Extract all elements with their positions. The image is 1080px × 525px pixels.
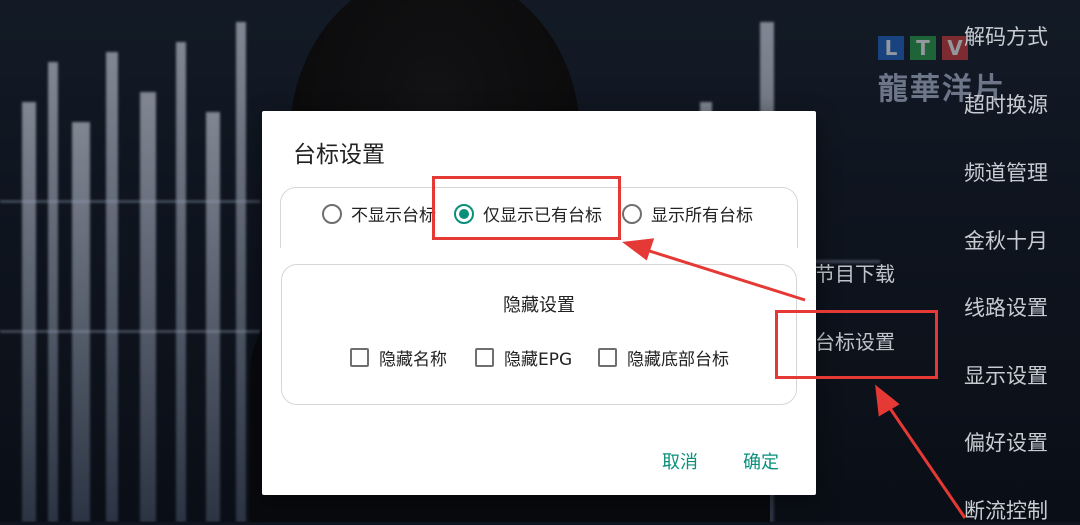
annotation-arrows [622,238,967,519]
arrow-line [881,397,967,519]
arrow-line [639,246,806,302]
arrow-head-icon [875,384,900,417]
arrow-head-icon [622,238,655,261]
